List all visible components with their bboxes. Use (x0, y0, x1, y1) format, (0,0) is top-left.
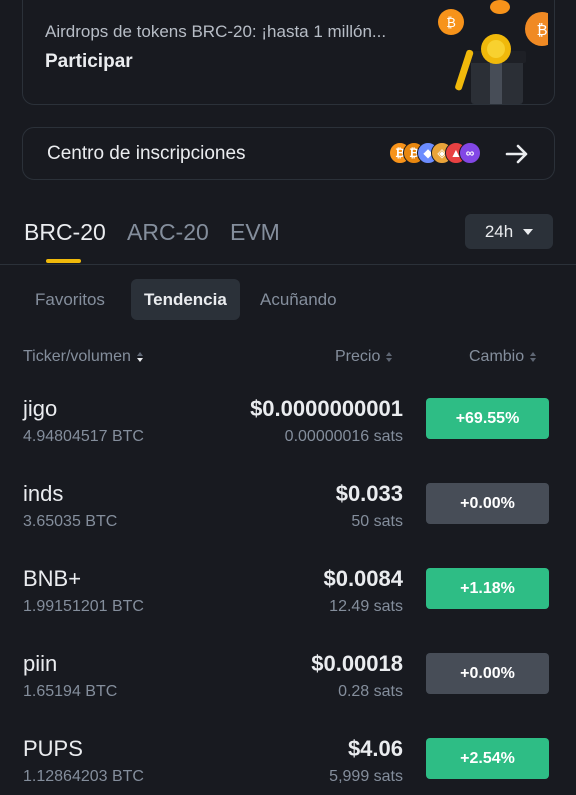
ticker-price: $0.033 (335, 481, 403, 506)
ticker-price: $4.06 (347, 736, 403, 761)
ticker-price: $0.00018 (311, 651, 403, 676)
column-header-price[interactable]: Precio (335, 348, 393, 366)
tab-brc20[interactable]: BRC-20 (24, 219, 106, 246)
banner-subtitle: Airdrops de tokens BRC-20: ¡hasta 1 mill… (45, 22, 387, 41)
ticker-price: $0.0000000001 (250, 396, 403, 421)
svg-text:₿: ₿ (446, 16, 456, 31)
column-header-change[interactable]: Cambio (469, 348, 537, 366)
ticker-volume: 1.65194 BTC (23, 683, 118, 700)
arrow-right-icon[interactable] (503, 140, 531, 168)
table-row[interactable]: PUPS 1.12864203 BTC $4.06 5,999 sats +2.… (0, 736, 576, 795)
column-header-price-label: Precio (335, 348, 381, 365)
column-header-ticker[interactable]: Ticker/volumen (23, 348, 143, 366)
ticker-price: $0.0084 (323, 566, 403, 591)
table-row[interactable]: piin 1.65194 BTC $0.00018 0.28 sats +0.0… (0, 651, 576, 736)
ticker-price-sats: 50 sats (351, 513, 403, 530)
ticker-price-sats: 12.49 sats (329, 598, 403, 615)
inscriptions-center-card[interactable]: Centro de inscripciones ₿ ₿ ◆ ◈ ▲ ∞ (22, 127, 555, 180)
airdrop-banner[interactable]: Airdrops de tokens BRC-20: ¡hasta 1 mill… (22, 0, 555, 105)
ticker-name: BNB+ (23, 566, 82, 591)
active-tab-indicator (46, 259, 81, 263)
caret-down-icon (523, 228, 534, 235)
inscriptions-market-screen: Airdrops de tokens BRC-20: ¡hasta 1 mill… (0, 0, 576, 795)
sort-icon (136, 352, 143, 362)
ticker-name: piin (23, 651, 58, 676)
ticker-name: inds (23, 481, 64, 506)
change-badge: +69.55% (426, 398, 549, 439)
ticker-name: jigo (23, 396, 58, 421)
inscriptions-center-label: Centro de inscripciones (47, 143, 246, 164)
ticker-volume: 3.65035 BTC (23, 513, 118, 530)
gift-coins-illustration-icon: ₿ ₿ (438, 0, 548, 104)
period-value: 24h (484, 221, 514, 241)
change-badge: +0.00% (426, 483, 549, 524)
svg-text:₿: ₿ (536, 21, 547, 39)
sort-icon (386, 352, 393, 362)
ticker-name: PUPS (23, 736, 83, 761)
ticker-volume: 4.94804517 BTC (23, 428, 144, 445)
subtab-minting[interactable]: Acuñando (247, 279, 350, 320)
subtab-favorites[interactable]: Favoritos (22, 279, 118, 320)
table-row[interactable]: jigo 4.94804517 BTC $0.0000000001 0.0000… (0, 396, 576, 481)
polygon-icon: ∞ (459, 142, 481, 164)
divider (0, 264, 576, 265)
change-badge: +2.54% (426, 738, 549, 779)
table-row[interactable]: inds 3.65035 BTC $0.033 50 sats +0.00% (0, 481, 576, 566)
change-badge: +0.00% (426, 653, 549, 694)
period-selector[interactable]: 24h (465, 214, 553, 249)
ticker-volume: 1.99151201 BTC (23, 598, 144, 615)
ticker-price-sats: 5,999 sats (329, 768, 403, 785)
column-header-change-label: Cambio (469, 348, 525, 365)
sort-icon (530, 352, 537, 362)
participate-link[interactable]: Participar (45, 51, 133, 73)
tab-evm[interactable]: EVM (230, 219, 280, 246)
ticker-price-sats: 0.28 sats (338, 683, 403, 700)
change-badge: +1.18% (426, 568, 549, 609)
column-header-ticker-label: Ticker/volumen (23, 348, 131, 365)
tab-arc20[interactable]: ARC-20 (127, 219, 209, 246)
ticker-price-sats: 0.00000016 sats (284, 428, 403, 445)
coin-stack: ₿ ₿ ◆ ◈ ▲ ∞ (389, 142, 489, 166)
ticker-volume: 1.12864203 BTC (23, 768, 144, 785)
table-row[interactable]: BNB+ 1.99151201 BTC $0.0084 12.49 sats +… (0, 566, 576, 651)
subtab-trending[interactable]: Tendencia (131, 279, 240, 320)
